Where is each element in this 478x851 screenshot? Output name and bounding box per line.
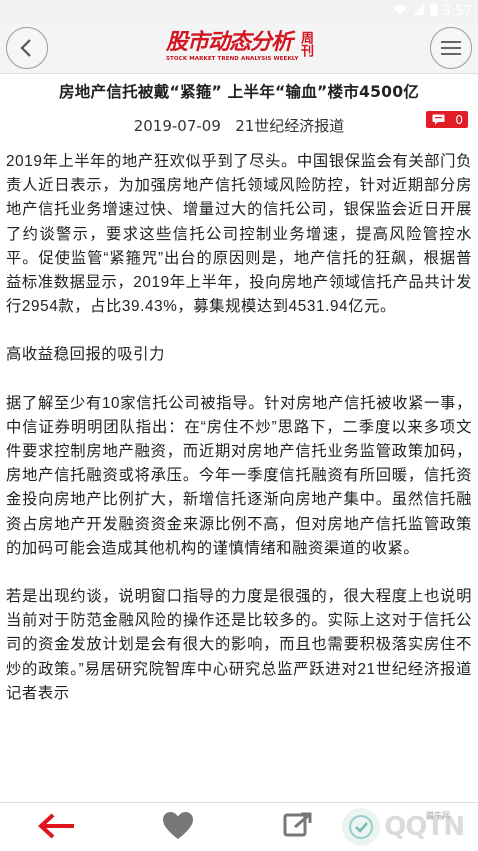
back-button[interactable] <box>6 27 48 69</box>
article-title: 房地产信托被戴“紧箍” 上半年“输血”楼市4500亿 <box>58 83 420 101</box>
chevron-left-icon <box>20 39 31 57</box>
article-paragraph: 若是出现约谈，说明窗口指导的力度是很强的，很大程度上也说明当前对于防范金融风险的… <box>6 588 472 702</box>
app-logo: 股市动态分析 STOCK MARKET TREND ANALYSIS WEEKL… <box>165 29 314 62</box>
article-source: 21世纪经济报道 <box>235 117 345 135</box>
watermark-small: 腾牛网 <box>426 811 450 820</box>
article-subheading: 高收益稳回报的吸引力 <box>6 346 165 364</box>
heart-icon <box>163 812 193 839</box>
article-meta: 2019-07-09 21世纪经济报道 <box>0 115 478 136</box>
article-body: 2019年上半年的地产狂欢似乎到了尽头。中国银保监会有关部门负责人近日表示，为加… <box>6 150 472 706</box>
share-button[interactable] <box>283 811 313 841</box>
logo-text: 股市动态分析 <box>165 29 293 55</box>
status-time: 3:57 <box>442 4 472 19</box>
bottom-back-button[interactable] <box>36 811 76 841</box>
comment-count: 0 <box>455 112 463 127</box>
battery-icon <box>430 3 438 20</box>
article-date: 2019-07-09 <box>133 117 221 135</box>
arrow-left-icon <box>38 813 74 839</box>
logo-subtitle: STOCK MARKET TREND ANALYSIS WEEKLY <box>165 56 299 62</box>
menu-button[interactable] <box>430 27 472 69</box>
signal-icon <box>412 3 425 20</box>
logo-week: 周刊 <box>298 31 314 57</box>
watermark-text: QQTN <box>384 812 465 842</box>
top-bar: 股市动态分析 STOCK MARKET TREND ANALYSIS WEEKL… <box>0 22 478 74</box>
status-icons: 3:57 <box>393 3 472 20</box>
comment-icon <box>432 114 445 125</box>
article-paragraph: 2019年上半年的地产狂欢似乎到了尽头。中国银保监会有关部门负责人近日表示，为加… <box>6 153 472 316</box>
status-bar: 3:57 <box>0 0 478 22</box>
watermark: QQTN 腾牛网 <box>342 808 465 846</box>
comment-count-button[interactable]: 0 <box>426 111 468 128</box>
like-button[interactable] <box>162 811 194 841</box>
article-paragraph: 据了解至少有10家信托公司被指导。针对房地产信托被收紧一事，中信证券明明团队指出… <box>6 394 472 557</box>
hamburger-icon <box>441 41 461 55</box>
watermark-badge-icon <box>342 808 381 846</box>
share-icon <box>283 812 312 837</box>
wifi-icon <box>393 4 407 20</box>
